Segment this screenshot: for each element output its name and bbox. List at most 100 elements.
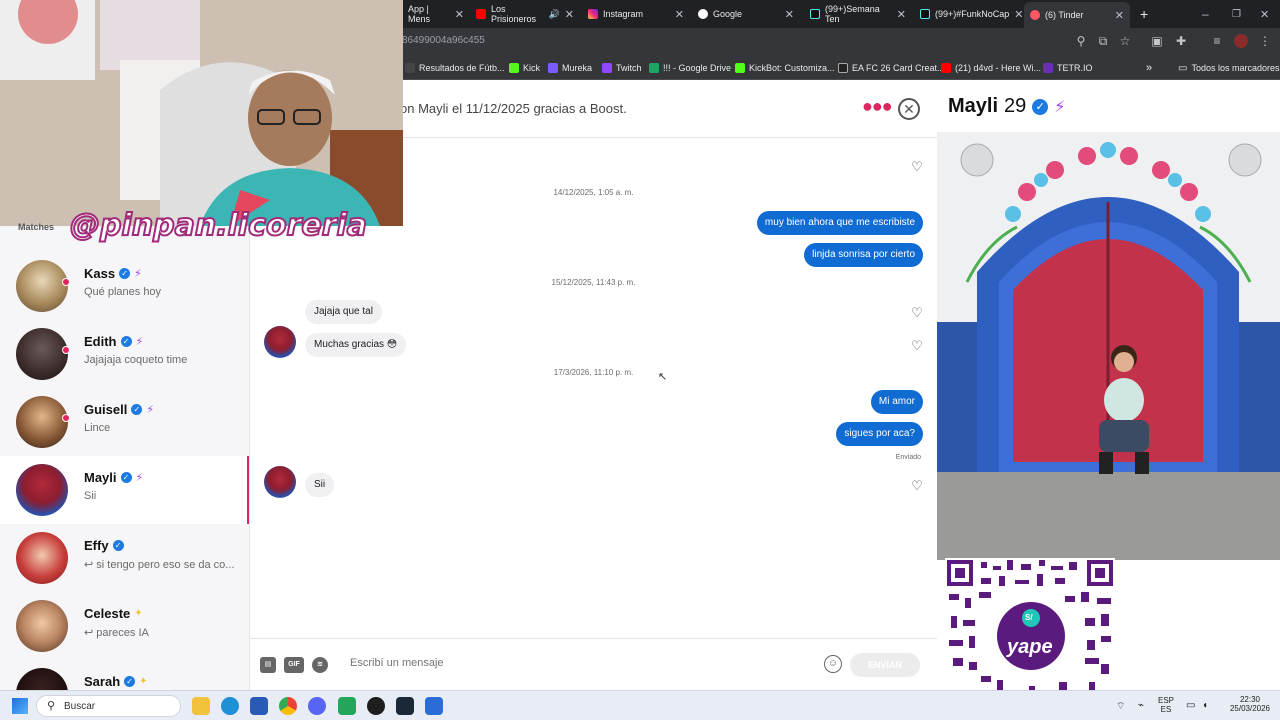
gif-button[interactable]: GIF bbox=[284, 657, 304, 673]
bookmarks-overflow-button[interactable]: » bbox=[1146, 61, 1152, 75]
conversation-name: Celeste bbox=[84, 606, 131, 621]
clock[interactable]: 22:30 25/03/2026 bbox=[1222, 695, 1278, 713]
profile-photo[interactable] bbox=[937, 132, 1280, 560]
conversation-item-mayli[interactable]: Mayli ✓ ⚡ Sii bbox=[0, 456, 249, 524]
bookmark-star-icon[interactable]: ☆ bbox=[1118, 34, 1132, 48]
delivery-status: Enviado bbox=[895, 454, 921, 461]
tab-instagram[interactable]: Instagram ✕ bbox=[582, 0, 690, 28]
google-drive-icon bbox=[649, 63, 659, 73]
like-heart-icon[interactable]: ♡ bbox=[910, 160, 924, 174]
super-like-star-icon: ✦ bbox=[139, 676, 148, 687]
tab-youtube[interactable]: Los Prisioneros 🔊 ✕ bbox=[470, 0, 580, 28]
mouse-cursor-icon: ↖ bbox=[658, 371, 668, 383]
spotify-icon[interactable]: ≋ bbox=[312, 657, 328, 673]
close-tab-icon[interactable]: ✕ bbox=[675, 8, 684, 21]
edge-icon[interactable] bbox=[221, 697, 239, 715]
spreadsheet-icon[interactable] bbox=[338, 697, 356, 715]
bookmark-item[interactable]: Resultados de Fútb... bbox=[405, 61, 505, 75]
windows-start-icon[interactable] bbox=[12, 698, 28, 714]
minimize-button[interactable]: – bbox=[1196, 0, 1216, 28]
close-chat-icon[interactable]: ✕ bbox=[898, 98, 920, 120]
location-icon[interactable]: ⚲ bbox=[1074, 34, 1088, 48]
maximize-button[interactable]: ❐ bbox=[1226, 0, 1246, 28]
new-tab-button[interactable]: + bbox=[1134, 0, 1156, 28]
like-heart-icon[interactable]: ♡ bbox=[910, 339, 924, 353]
conversation-item-effy[interactable]: Effy ✓ ↩ si tengo pero eso se da co... bbox=[0, 524, 249, 592]
conversation-snippet: Lince bbox=[84, 422, 111, 434]
tab-google[interactable]: Google ✕ bbox=[692, 0, 800, 28]
avatar bbox=[16, 532, 68, 584]
extension-icon[interactable]: ▣ bbox=[1150, 34, 1164, 48]
conversation-name: Edith bbox=[84, 334, 117, 349]
wifi-icon[interactable]: ⌔ bbox=[1116, 700, 1125, 713]
menu-icon[interactable]: ⋮ bbox=[1258, 34, 1272, 48]
obs-icon[interactable] bbox=[367, 697, 385, 715]
tab-tinder[interactable]: (6) Tinder ✕ bbox=[1024, 2, 1130, 28]
boost-bolt-icon: ⚡ bbox=[135, 336, 144, 348]
tiktok-icon bbox=[810, 9, 820, 19]
match-avatar[interactable] bbox=[264, 326, 296, 358]
puzzle-icon[interactable]: ✚ bbox=[1174, 34, 1188, 48]
language-indicator[interactable]: ESP ES bbox=[1158, 696, 1174, 714]
steam-icon[interactable] bbox=[396, 697, 414, 715]
conversation-item-sarah[interactable]: Sarah ✓ ✦ bbox=[0, 660, 249, 690]
profile-avatar-icon[interactable] bbox=[1234, 34, 1248, 48]
tab-search-icon[interactable]: ≡ bbox=[1210, 34, 1224, 48]
all-bookmarks-button[interactable]: ▭ Todos los marcadores bbox=[1178, 61, 1280, 75]
close-tab-icon[interactable]: ✕ bbox=[1115, 9, 1124, 22]
tinder-icon bbox=[1030, 10, 1040, 20]
like-heart-icon[interactable]: ♡ bbox=[910, 479, 924, 493]
conversation-snippet: ↩ pareces IA bbox=[84, 627, 149, 639]
bookmark-item[interactable]: KickBot: Customiza... bbox=[735, 61, 835, 75]
match-avatar[interactable] bbox=[264, 466, 296, 498]
tab-whatsapp[interactable]: App | Mens ✕ bbox=[402, 0, 470, 28]
close-window-button[interactable]: ✕ bbox=[1254, 0, 1274, 28]
close-tab-icon[interactable]: ✕ bbox=[455, 8, 464, 21]
yape-logo: yape bbox=[1007, 636, 1053, 658]
match-info-text: on Mayli el 11/12/2025 gracias a Boost. bbox=[400, 101, 627, 116]
close-tab-icon[interactable]: ✕ bbox=[565, 8, 574, 21]
emoji-icon[interactable]: ☺ bbox=[824, 655, 842, 673]
bookmark-item[interactable]: Twitch bbox=[602, 61, 642, 75]
bookmark-item[interactable]: (21) d4vd - Here Wi... bbox=[941, 61, 1041, 75]
conversation-item-guisell[interactable]: Guisell ✓ ⚡ Lince bbox=[0, 388, 249, 456]
bookmark-item[interactable]: Mureka bbox=[548, 61, 592, 75]
message-input[interactable] bbox=[350, 657, 810, 669]
more-options-icon[interactable]: ●●● bbox=[862, 96, 893, 117]
bookmark-item[interactable]: EA FC 26 Card Creat... bbox=[838, 61, 945, 75]
discord-icon[interactable] bbox=[308, 697, 326, 715]
chrome-icon[interactable] bbox=[279, 697, 297, 715]
close-tab-icon[interactable]: ✕ bbox=[785, 8, 794, 21]
boost-bolt-icon: ⚡ bbox=[146, 404, 155, 416]
conversation-item-edith[interactable]: Edith ✓ ⚡ Jajajaja coqueto time bbox=[0, 320, 249, 388]
url-field[interactable]: 86499004a96c455 bbox=[402, 35, 485, 46]
close-tab-icon[interactable]: ✕ bbox=[897, 8, 906, 21]
contact-card-icon[interactable]: ▤ bbox=[260, 657, 276, 673]
bookmarks-more-label: » bbox=[1146, 62, 1153, 74]
conversation-item-celeste[interactable]: Celeste ✦ ↩ pareces IA bbox=[0, 592, 249, 660]
bookmark-item[interactable]: !!! - Google Drive bbox=[649, 61, 731, 75]
send-button[interactable]: ENVIAR bbox=[850, 653, 920, 677]
volume-icon[interactable]: ◖ bbox=[1202, 700, 1208, 711]
verified-badge-icon: ✓ bbox=[131, 404, 143, 415]
mureka-icon bbox=[548, 63, 558, 73]
boost-bolt-icon: ⚡ bbox=[134, 268, 142, 280]
conversation-item-kass[interactable]: Kass ✓ ⚡ Qué planes hoy bbox=[0, 252, 249, 320]
file-explorer-icon[interactable] bbox=[192, 697, 210, 715]
bookmark-item[interactable]: TETR.IO bbox=[1043, 61, 1093, 75]
store-icon[interactable] bbox=[250, 697, 268, 715]
like-heart-icon[interactable]: ♡ bbox=[910, 306, 924, 320]
message-composer: ▤ GIF ≋ ☺ ENVIAR bbox=[250, 638, 937, 690]
display-icon[interactable]: ▭ bbox=[1186, 700, 1195, 711]
tab-tiktok-2[interactable]: (99+)#FunkNoCap ✕ bbox=[914, 0, 1024, 28]
network-icon[interactable]: ⌁ bbox=[1138, 700, 1144, 711]
conversation-name: Sarah bbox=[84, 674, 121, 689]
tab-tiktok-1[interactable]: (99+)Semana Ten ✕ bbox=[804, 0, 912, 28]
speaker-icon[interactable]: 🔊 bbox=[549, 9, 560, 20]
taskbar-search[interactable]: ⚲ Buscar bbox=[36, 695, 181, 717]
app-icon[interactable] bbox=[425, 697, 443, 715]
conversation-snippet: Jajajaja coqueto time bbox=[84, 354, 188, 366]
close-tab-icon[interactable]: ✕ bbox=[1014, 8, 1023, 21]
bookmark-item[interactable]: Kick bbox=[509, 61, 540, 75]
install-icon[interactable]: ⧉ bbox=[1096, 34, 1110, 48]
